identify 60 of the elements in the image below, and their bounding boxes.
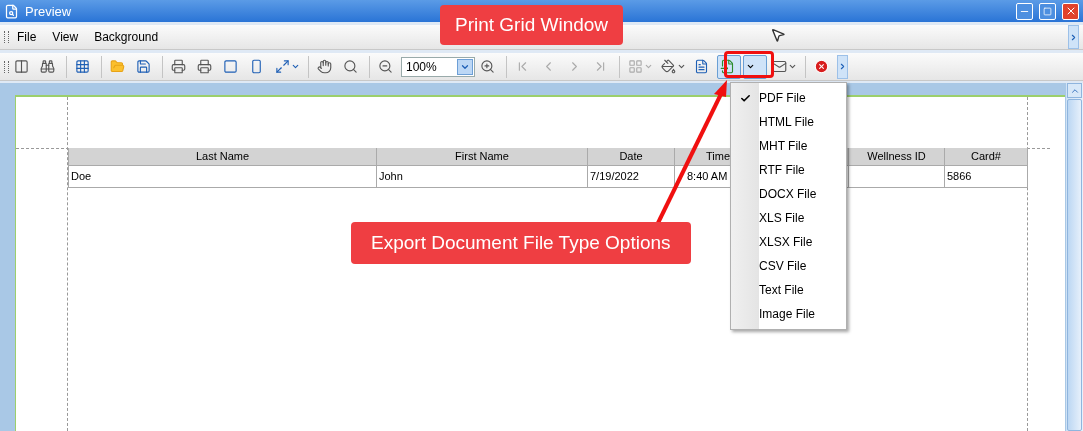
column-header: Card#	[945, 148, 1028, 166]
table-cell: 7/19/2022	[588, 166, 675, 188]
print-icon	[171, 59, 186, 74]
caret-icon	[788, 62, 797, 71]
highlight-frame	[724, 51, 774, 78]
export-dropdown-button[interactable]	[743, 54, 767, 79]
zoom-in-icon	[480, 59, 495, 74]
close-icon	[814, 59, 829, 74]
print-icon	[197, 59, 212, 74]
caret-icon	[677, 62, 686, 71]
column-header: First Name	[377, 148, 588, 166]
overflow-chevron-icon[interactable]	[1068, 25, 1079, 49]
hand-icon	[317, 59, 332, 74]
menu-item[interactable]: Background	[86, 30, 167, 44]
maximize-icon	[1043, 6, 1052, 16]
caret-icon	[746, 62, 755, 71]
scroll-thumb[interactable]	[1067, 99, 1082, 431]
table-cell: Doe	[69, 166, 377, 188]
close-button[interactable]	[1062, 2, 1079, 20]
page-frame-icon	[223, 59, 238, 74]
menu-item[interactable]: HTML File	[731, 110, 846, 134]
column-header: Date	[588, 148, 675, 166]
binoculars-icon	[40, 59, 55, 74]
export-icon	[720, 59, 735, 74]
caret-icon	[291, 62, 300, 71]
mail-icon	[772, 59, 787, 74]
callout-label: Export Document File Type Options	[351, 222, 691, 264]
columns-icon	[14, 59, 29, 74]
menu-item[interactable]: PDF File	[731, 86, 846, 110]
callout-label: Print Grid Window	[440, 5, 624, 45]
zoom-out-icon	[378, 59, 393, 74]
grid-icon	[75, 59, 90, 74]
minimize-button[interactable]	[1016, 2, 1033, 20]
menu-item[interactable]: View	[44, 30, 87, 44]
folder-icon	[110, 59, 125, 74]
menu-item[interactable]: Image File	[731, 302, 846, 326]
table-cell: John	[377, 166, 588, 188]
save-icon	[136, 59, 151, 74]
document-icon	[694, 59, 709, 74]
table-cell: 5866	[945, 166, 1028, 188]
column-header: Wellness ID	[849, 148, 945, 166]
resize-icon	[275, 59, 290, 74]
menu-item[interactable]: XLSX File	[731, 230, 846, 254]
menu-item[interactable]: Text File	[731, 278, 846, 302]
search-icon	[343, 59, 358, 74]
caret-icon	[644, 62, 653, 71]
zoom-field[interactable]: 100%	[401, 56, 475, 77]
maximize-button[interactable]	[1039, 2, 1056, 20]
window-title: Preview	[25, 3, 73, 19]
overflow-chevron-icon[interactable]	[837, 54, 848, 79]
pages-grid-icon	[628, 59, 643, 74]
menu-item[interactable]: XLS File	[731, 206, 846, 230]
menu-item[interactable]: File	[9, 30, 45, 44]
app-icon	[4, 3, 19, 19]
menu-item[interactable]: CSV File	[731, 254, 846, 278]
cursor-icon	[770, 27, 786, 43]
column-header: Last Name	[69, 148, 377, 166]
paint-bucket-icon	[661, 59, 676, 74]
page-icon	[249, 59, 264, 74]
zoom-dropdown-button[interactable]	[457, 58, 473, 75]
